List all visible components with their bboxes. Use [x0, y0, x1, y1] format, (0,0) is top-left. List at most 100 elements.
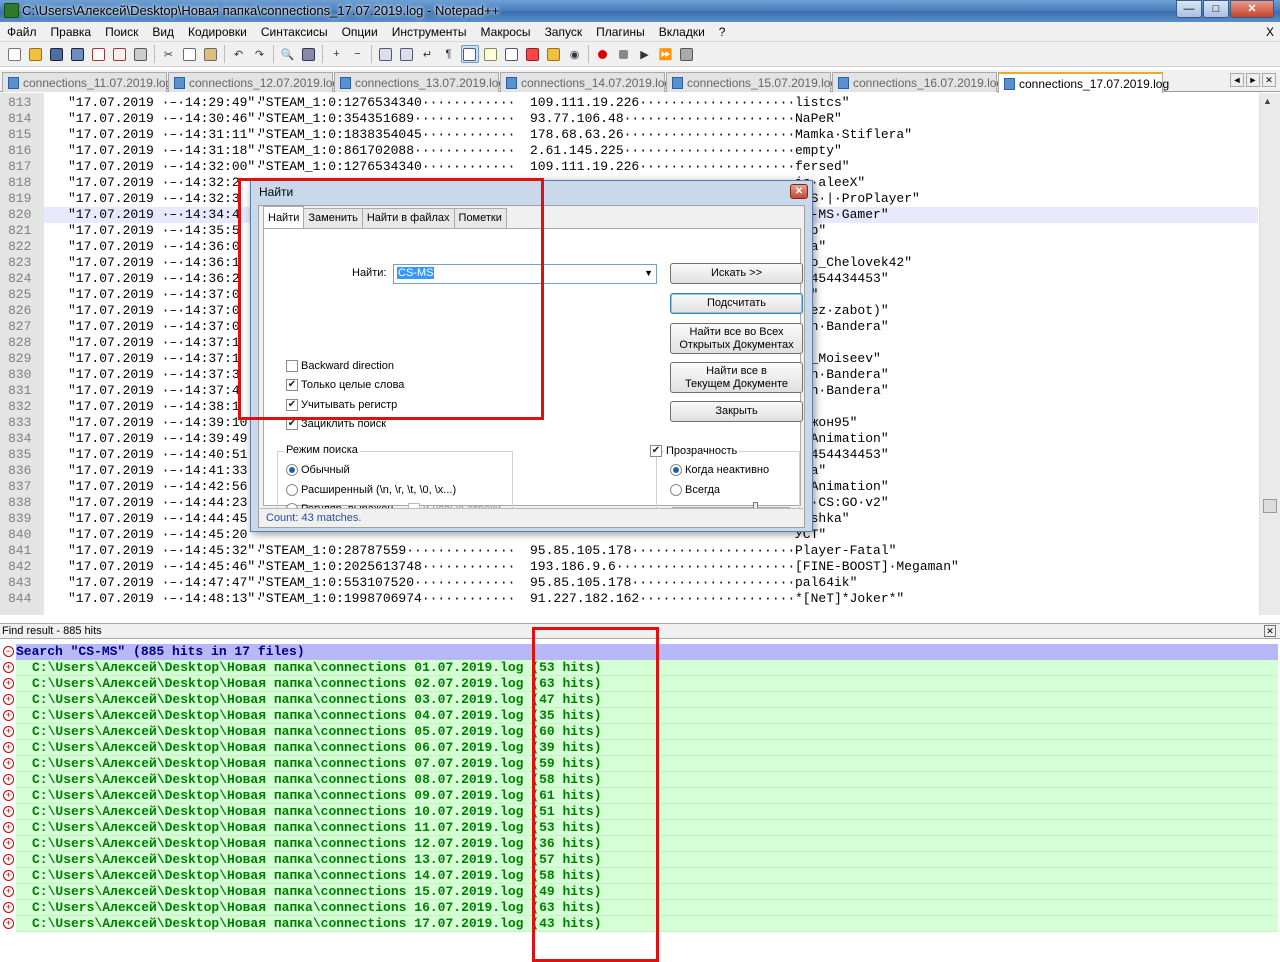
editor-line[interactable]: 817 "17.07.2019 ·–·14:32:00"· "STEAM_1:0:1…: [0, 159, 1258, 175]
expand-icon[interactable]: +: [3, 694, 14, 705]
tab-connections-14[interactable]: connections_14.07.2019.log: [500, 72, 671, 92]
editor-line[interactable]: 813 "17.07.2019 ·–·14:29:49"· "STEAM_1:0:1…: [0, 95, 1258, 111]
expand-icon[interactable]: +: [3, 774, 14, 785]
search-mode-extended-radio[interactable]: [286, 484, 298, 496]
print-icon[interactable]: [132, 45, 150, 63]
menu-encoding[interactable]: Кодировки: [181, 22, 254, 42]
expand-icon[interactable]: +: [3, 822, 14, 833]
save-icon[interactable]: [48, 45, 66, 63]
copy-icon[interactable]: [181, 45, 199, 63]
all-chars-icon[interactable]: ¶: [440, 45, 458, 63]
find-all-current-doc-button[interactable]: Найти все в Текущем Документе: [670, 362, 803, 393]
paste-icon[interactable]: [202, 45, 220, 63]
expand-icon[interactable]: +: [3, 838, 14, 849]
monitor-icon[interactable]: ◉: [566, 45, 584, 63]
close-window-button[interactable]: ✕: [1230, 0, 1274, 18]
close-dialog-button[interactable]: Закрыть: [670, 401, 803, 422]
vertical-scrollbar[interactable]: ▲: [1259, 93, 1280, 615]
editor-line[interactable]: 842 "17.07.2019 ·–·14:45:46"· "STEAM_1:0:2…: [0, 559, 1258, 575]
tab-connections-15[interactable]: connections_15.07.2019.log: [666, 72, 837, 92]
count-button[interactable]: Подсчитать: [670, 293, 803, 314]
editor-line[interactable]: 815 "17.07.2019 ·–·14:31:11"· "STEAM_1:0:1…: [0, 127, 1258, 143]
expand-icon[interactable]: +: [3, 886, 14, 897]
menu-settings[interactable]: Опции: [335, 22, 385, 42]
dialog-close-button[interactable]: ✕: [790, 184, 808, 199]
folder-workspace-icon[interactable]: [545, 45, 563, 63]
tab-connections-13[interactable]: connections_13.07.2019.log: [334, 72, 505, 92]
close-all-icon[interactable]: [111, 45, 129, 63]
transparency-on-lose-focus-radio[interactable]: [670, 464, 682, 476]
tab-connections-12[interactable]: connections_12.07.2019.log: [168, 72, 339, 92]
expand-icon[interactable]: +: [3, 790, 14, 801]
redo-icon[interactable]: ↷: [251, 45, 269, 63]
expand-icon[interactable]: +: [3, 902, 14, 913]
menu-edit[interactable]: Правка: [44, 22, 99, 42]
play-macro-icon[interactable]: ▶: [636, 45, 654, 63]
open-file-icon[interactable]: [27, 45, 45, 63]
expand-icon[interactable]: +: [3, 854, 14, 865]
find-next-button[interactable]: Искать >>: [670, 263, 803, 284]
zoom-out-icon[interactable]: −: [349, 45, 367, 63]
menu-file[interactable]: Файл: [0, 22, 44, 42]
editor-line[interactable]: 816 "17.07.2019 ·–·14:31:18"· "STEAM_1:0:8…: [0, 143, 1258, 159]
record-macro-icon[interactable]: [594, 45, 612, 63]
menu-plugins[interactable]: Плагины: [589, 22, 652, 42]
tab-connections-11[interactable]: connections_11.07.2019.log: [2, 72, 172, 92]
tab-close-icon[interactable]: ✕: [1262, 73, 1276, 87]
close-document-icon[interactable]: X: [1266, 25, 1274, 39]
tab-scroll-right-icon[interactable]: ►: [1246, 73, 1260, 87]
new-file-icon[interactable]: [6, 45, 24, 63]
save-all-icon[interactable]: [69, 45, 87, 63]
expand-icon[interactable]: +: [3, 918, 14, 929]
wrap-icon[interactable]: ↵: [419, 45, 437, 63]
menu-macro[interactable]: Макросы: [474, 22, 538, 42]
expand-icon[interactable]: +: [3, 662, 14, 673]
collapse-icon[interactable]: −: [3, 646, 14, 657]
sync-h-icon[interactable]: [398, 45, 416, 63]
close-icon[interactable]: [90, 45, 108, 63]
dropdown-arrow-icon[interactable]: ▼: [644, 268, 653, 278]
editor-line[interactable]: 844 "17.07.2019 ·–·14:48:13"· "STEAM_1:0:1…: [0, 591, 1258, 607]
menu-window[interactable]: Вкладки: [652, 22, 712, 42]
tab-connections-17[interactable]: connections_17.07.2019.log: [998, 72, 1169, 93]
menu-view[interactable]: Вид: [145, 22, 181, 42]
editor-line[interactable]: 814 "17.07.2019 ·–·14:30:46"· "STEAM_1:0:3…: [0, 111, 1258, 127]
menu-tools[interactable]: Инструменты: [385, 22, 474, 42]
maximize-button[interactable]: □: [1203, 0, 1229, 18]
find-result-close-icon[interactable]: ✕: [1264, 625, 1276, 637]
replace-icon[interactable]: [300, 45, 318, 63]
transparency-always-radio[interactable]: [670, 484, 682, 496]
find-icon[interactable]: 🔍: [279, 45, 297, 63]
expand-icon[interactable]: +: [3, 710, 14, 721]
expand-icon[interactable]: +: [3, 870, 14, 881]
menu-help[interactable]: ?: [712, 22, 733, 42]
menu-run[interactable]: Запуск: [538, 22, 590, 42]
expand-icon[interactable]: +: [3, 742, 14, 753]
indent-guide-icon[interactable]: [460, 45, 479, 63]
search-mode-normal-radio[interactable]: [286, 464, 298, 476]
function-list-icon[interactable]: [524, 45, 542, 63]
doc-map-icon[interactable]: [503, 45, 521, 63]
transparency-checkbox[interactable]: ✔: [650, 445, 662, 457]
minimize-button[interactable]: —: [1176, 0, 1202, 18]
save-macro-icon[interactable]: [678, 45, 696, 63]
tab-connections-16[interactable]: connections_16.07.2019.log: [832, 72, 1003, 92]
find-all-open-docs-button[interactable]: Найти все во Всех Открытых Документах: [670, 323, 803, 354]
menu-search[interactable]: Поиск: [98, 22, 145, 42]
stop-macro-icon[interactable]: [615, 45, 633, 63]
undo-icon[interactable]: ↶: [230, 45, 248, 63]
expand-icon[interactable]: +: [3, 678, 14, 689]
expand-icon[interactable]: +: [3, 806, 14, 817]
menu-language[interactable]: Синтаксисы: [254, 22, 335, 42]
editor-line[interactable]: 841 "17.07.2019 ·–·14:45:32"· "STEAM_1:0:2…: [0, 543, 1258, 559]
run-macro-multiple-icon[interactable]: ⏩: [657, 45, 675, 63]
scroll-up-icon[interactable]: ▲: [1263, 96, 1272, 106]
expand-icon[interactable]: +: [3, 726, 14, 737]
lang-icon[interactable]: [482, 45, 500, 63]
editor-line[interactable]: 843 "17.07.2019 ·–·14:47:47"· "STEAM_1:0:5…: [0, 575, 1258, 591]
expand-icon[interactable]: +: [3, 758, 14, 769]
cut-icon[interactable]: ✂: [160, 45, 178, 63]
zoom-in-icon[interactable]: +: [328, 45, 346, 63]
tab-scroll-left-icon[interactable]: ◄: [1230, 73, 1244, 87]
scrollbar-thumb[interactable]: [1263, 499, 1277, 513]
